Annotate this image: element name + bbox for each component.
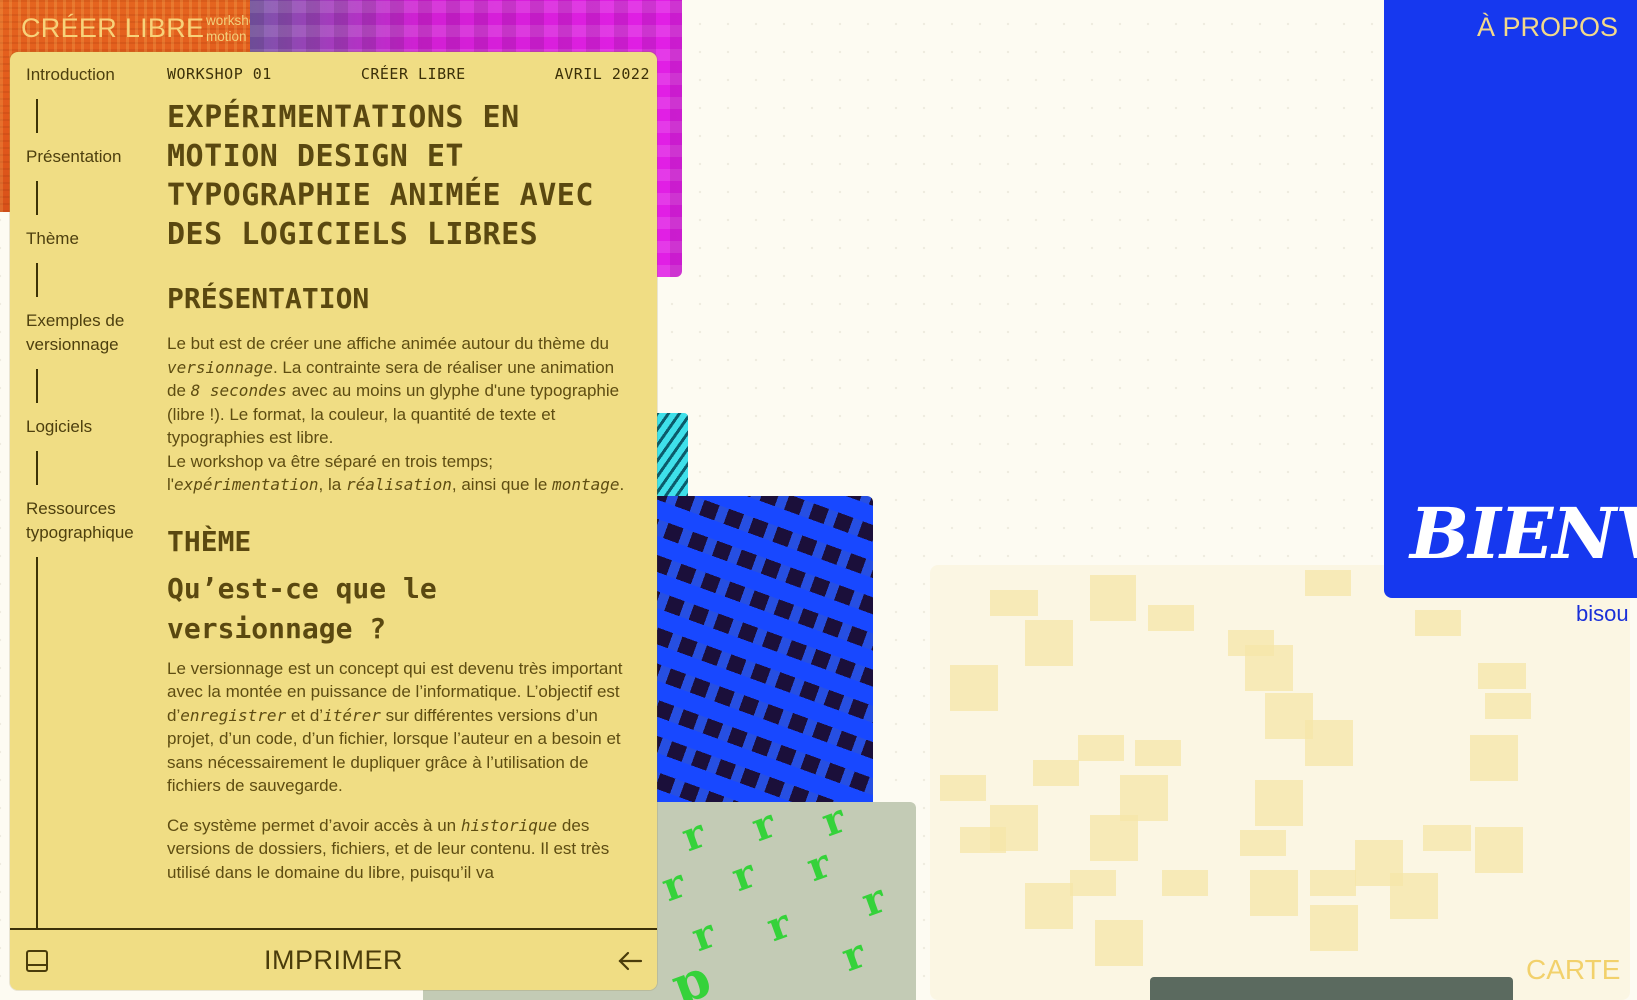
meta-workshop: WORKSHOP 01 [167,65,272,83]
glyph-r: r [855,874,892,927]
sticky-note[interactable] [1415,610,1461,636]
text-run: Ce système permet d’avoir accès à un [167,815,461,835]
toc-divider [36,181,38,215]
meta-project: CRÉER LIBRE [360,65,466,83]
emphasis: montage [552,475,620,494]
section-heading-theme: THÈME [167,524,252,558]
glyph-r: r [835,929,872,982]
sticky-note[interactable] [960,827,1006,853]
toc-divider [36,99,38,133]
panel-toolbar: IMPRIMER [10,928,657,990]
text-run: , ainsi que le [451,475,553,494]
sticky-notes-board[interactable] [930,565,1630,1000]
emphasis: expérimentation [174,475,319,494]
poster-card-pictograms[interactable] [640,496,873,802]
toc-exemples[interactable]: Exemples de versionnage [26,309,166,357]
toc-divider [36,369,38,403]
sticky-note[interactable] [1475,827,1523,873]
sticky-note[interactable] [1135,740,1181,766]
toc-divider [36,451,38,485]
sticky-note[interactable] [1250,870,1298,916]
section-heading-presentation: PRÉSENTATION [167,282,370,315]
sticky-note[interactable] [940,775,986,801]
sticky-note[interactable] [1423,825,1471,851]
toc-ressources[interactable]: Ressources typographique [26,497,166,545]
welcome-heading: BIENV [1410,492,1637,575]
map-link[interactable]: CARTE [1526,954,1620,986]
presentation-paragraph: Le workshop va être séparé en trois temp… [167,450,637,497]
sticky-note[interactable] [1090,815,1138,861]
glyph-r: r [745,802,782,852]
glyph-r: r [655,859,692,912]
sticky-note[interactable] [1478,663,1526,689]
glyph-r: r [815,802,852,847]
sticky-note[interactable] [1305,720,1353,766]
toc-presentation[interactable]: Présentation [26,145,166,169]
glyph-r: r [675,809,712,862]
poster-card-plant[interactable] [1150,977,1513,1000]
arrow-left-icon[interactable] [617,948,643,974]
toc-divider [36,263,38,297]
sticky-note[interactable] [1485,693,1531,719]
emphasis: itérer [323,705,381,725]
sticky-note[interactable] [1390,873,1438,919]
sticky-note[interactable] [950,665,998,711]
sticky-note[interactable] [1090,575,1136,621]
sticky-note[interactable] [1305,570,1351,596]
workshop-panel: Introduction Présentation Thème Exemples… [10,52,657,990]
panel-icon[interactable] [24,948,50,974]
sticky-note[interactable] [1255,780,1303,826]
table-of-contents: Introduction Présentation Thème Exemples… [26,63,166,989]
welcome-caption: bisou [1576,601,1629,626]
workshop-meta: WORKSHOP 01 CRÉER LIBRE AVRIL 2022 [167,65,650,83]
print-button[interactable]: IMPRIMER [264,945,403,976]
emphasis: enregistrer [180,705,287,725]
emphasis: historique [460,815,558,835]
theme-paragraph: Ce système permet d’avoir accès à un his… [167,814,637,885]
sticky-note[interactable] [1025,883,1073,929]
text-run: , la [318,475,346,494]
sticky-note[interactable] [1078,735,1124,761]
sticky-note[interactable] [1310,870,1356,896]
toc-divider [36,557,38,977]
emphasis: réalisation [345,475,452,494]
toc-logiciels[interactable]: Logiciels [26,415,166,439]
sticky-note[interactable] [1245,645,1293,691]
presentation-paragraph: Le but est de créer une affiche animée a… [167,332,637,450]
sticky-note[interactable] [1470,735,1518,781]
sticky-note[interactable] [1033,760,1079,786]
about-link[interactable]: À PROPOS [1477,12,1618,43]
sticky-note[interactable] [1148,605,1194,631]
theme-paragraph: Le versionnage est un concept qui est de… [167,657,637,798]
sticky-note[interactable] [1070,870,1116,896]
sticky-note[interactable] [1310,905,1358,951]
article-title: EXPÉRIMENTATIONS EN MOTION DESIGN ET TYP… [167,100,594,252]
subsection-heading: Qu’est-ce que le versionnage ? [167,571,437,645]
toc-introduction[interactable]: Introduction [26,63,166,87]
text-run: Le but est de créer une affiche animée a… [167,334,609,353]
toc-theme[interactable]: Thème [26,227,166,251]
sticky-note[interactable] [990,590,1038,616]
emphasis: 8 secondes [190,381,287,400]
glyph-r: r [760,899,797,952]
sticky-note[interactable] [1240,830,1286,856]
sticky-note[interactable] [1095,920,1143,966]
text-run: et d’ [286,705,324,725]
text-run: . [619,475,625,494]
article-content: EXPÉRIMENTATIONS EN MOTION DESIGN ET TYP… [167,98,637,884]
glyph-r: r [800,839,837,892]
sticky-note[interactable] [1025,620,1073,666]
site-title[interactable]: CRÉER LIBRE [21,13,204,44]
glyph-r: r [725,849,762,902]
emphasis: versionnage [167,357,273,377]
meta-date: AVRIL 2022 [554,65,650,83]
sticky-note[interactable] [1162,870,1208,896]
